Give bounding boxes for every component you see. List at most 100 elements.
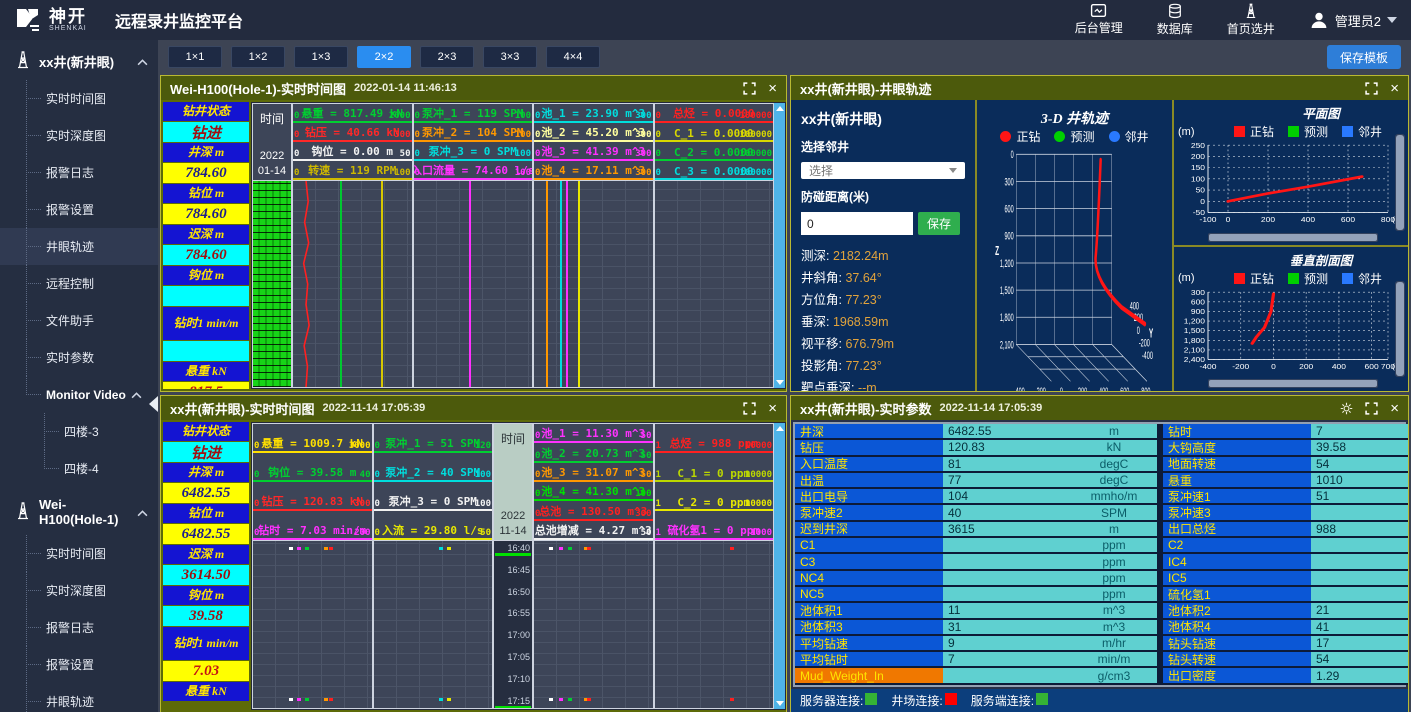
- panel-vscrollbar[interactable]: [774, 423, 785, 709]
- param-value-cell: 104: [943, 489, 1071, 505]
- curve-label: 0池_2 = 45.20 m^3300: [534, 123, 653, 142]
- panel-realtime-params: xx井(新井眼)-实时参数 2022-11-14 17:05:39 × 井深64…: [790, 395, 1409, 712]
- stat-value: 1968.59m: [833, 315, 889, 329]
- sidebar-well-2[interactable]: Wei-H100(Hole-1): [0, 487, 158, 535]
- plan-vscrollbar[interactable]: [1395, 134, 1405, 231]
- close-icon[interactable]: ×: [768, 81, 777, 96]
- sidebar-item-四楼-3[interactable]: 四楼-3: [0, 413, 158, 450]
- sidebar-item-实时深度图[interactable]: 实时深度图: [0, 117, 158, 154]
- sidebar-item-井眼轨迹[interactable]: 井眼轨迹: [0, 683, 158, 712]
- expand-icon[interactable]: [743, 82, 756, 95]
- vertical-section-line: [1252, 293, 1273, 343]
- layout-toolbar: 1×1 1×2 1×3 2×2 2×3 3×3 4×4 保存模板: [158, 40, 1411, 74]
- stat-value: 2182.24m: [833, 249, 889, 263]
- sidebar-item-报警日志[interactable]: 报警日志: [0, 154, 158, 191]
- nav-item-1[interactable]: 后台管理: [1075, 3, 1123, 37]
- sidebar-item-实时深度图[interactable]: 实时深度图: [0, 572, 158, 609]
- legend-label: 正钻: [1016, 128, 1040, 145]
- param-name-cell: C2: [1163, 538, 1311, 554]
- sidebar-item-实时时间图[interactable]: 实时时间图: [0, 535, 158, 572]
- sidebar-item-monitor-video[interactable]: Monitor Video: [0, 376, 158, 413]
- param-value-cell: 41: [1311, 620, 1408, 636]
- svg-text:800: 800: [1141, 385, 1150, 391]
- layout-button-3×3[interactable]: 3×3: [483, 46, 537, 68]
- panel-vscrollbar[interactable]: [774, 103, 785, 388]
- neighbor-well-select[interactable]: 选择: [801, 162, 965, 179]
- user-menu[interactable]: 管理员2: [1309, 10, 1397, 30]
- param-value: 7.03: [163, 661, 249, 681]
- param-value-cell: 54: [1311, 457, 1408, 473]
- sidebar-item-报警日志[interactable]: 报警日志: [0, 609, 158, 646]
- time-tick: 17:10: [507, 674, 530, 684]
- curve-trace: [469, 181, 471, 387]
- close-icon[interactable]: ×: [1390, 401, 1399, 416]
- param-name-cell: 钻头转速: [1163, 652, 1311, 668]
- svg-text:1,800: 1,800: [1000, 311, 1014, 324]
- nav-item-3[interactable]: 首页选井: [1227, 3, 1275, 37]
- legend-label: 邻井: [1125, 128, 1149, 145]
- sidebar-item-文件助手[interactable]: 文件助手: [0, 302, 158, 339]
- param-value-cell: 1.29: [1311, 668, 1408, 684]
- curve-label: 0池_1 = 23.90 m^3300: [534, 104, 653, 123]
- svg-text:50: 50: [1196, 186, 1206, 194]
- param-label: 钻时1 min/m: [163, 627, 249, 660]
- nav-item-label: 数据库: [1157, 20, 1193, 37]
- curve-label: 1C_2 = 0 ppm10000: [655, 482, 774, 511]
- settings-gear-icon[interactable]: [1340, 402, 1353, 415]
- section-hscrollbar[interactable]: [1208, 379, 1378, 388]
- curve-label: 0泵冲_1 = 119 SPM100: [414, 104, 533, 123]
- close-icon[interactable]: ×: [1390, 81, 1399, 96]
- legend-swatch: [1109, 131, 1120, 142]
- chevron-up-icon: [137, 505, 148, 520]
- close-icon[interactable]: ×: [768, 401, 777, 416]
- sidebar-item-远程控制[interactable]: 远程控制: [0, 265, 158, 302]
- legend-swatch: [1288, 273, 1299, 284]
- expand-icon[interactable]: [1365, 402, 1378, 415]
- anticollision-distance-input[interactable]: [801, 212, 913, 235]
- plan-hscrollbar[interactable]: [1208, 233, 1378, 242]
- data-mark: [289, 547, 293, 550]
- expand-icon[interactable]: [1365, 82, 1378, 95]
- sidebar-item-实时参数[interactable]: 实时参数: [0, 339, 158, 376]
- panel-br-titlebar: xx井(新井眼)-实时参数 2022-11-14 17:05:39 ×: [791, 396, 1408, 420]
- stat-value: 77.23°: [845, 293, 881, 307]
- layout-button-1×1[interactable]: 1×1: [168, 46, 222, 68]
- sidebar-item-报警设置[interactable]: 报警设置: [0, 191, 158, 228]
- sidebar-item-井眼轨迹[interactable]: 井眼轨迹: [0, 228, 158, 265]
- sidebar-item-报警设置[interactable]: 报警设置: [0, 646, 158, 683]
- save-template-button[interactable]: 保存模板: [1327, 45, 1401, 69]
- param-value-cell: [1311, 538, 1408, 554]
- layout-button-4×4[interactable]: 4×4: [546, 46, 600, 68]
- layout-button-2×2[interactable]: 2×2: [357, 46, 411, 68]
- section-vscrollbar[interactable]: [1395, 281, 1405, 378]
- sidebar-well-1[interactable]: xx井(新井眼): [0, 40, 158, 80]
- save-distance-button[interactable]: 保存: [918, 212, 960, 235]
- expand-icon[interactable]: [743, 402, 756, 415]
- status-indicator: [1036, 693, 1048, 705]
- layout-button-1×2[interactable]: 1×2: [231, 46, 285, 68]
- connection-status-item: 服务端连接:: [971, 692, 1052, 709]
- param-unit-cell: ppm: [1071, 538, 1157, 554]
- sidebar-item-label: 报警设置: [46, 201, 94, 218]
- sidebar-item-四楼-4[interactable]: 四楼-4: [0, 450, 158, 487]
- param-value: 钻进: [163, 122, 249, 142]
- curve-column-header: 0池_1 = 23.90 m^33000池_2 = 45.20 m^33000池…: [533, 103, 654, 181]
- layout-button-2×3[interactable]: 2×3: [420, 46, 474, 68]
- svg-text:200: 200: [1191, 153, 1206, 161]
- param-label: 钻时1 min/m: [163, 307, 249, 340]
- data-mark: [447, 547, 451, 550]
- sidebar-collapse-handle[interactable]: [149, 396, 158, 412]
- param-value-cell: 81: [943, 457, 1071, 473]
- svg-text:600: 600: [1004, 202, 1013, 215]
- layout-button-1×3[interactable]: 1×3: [294, 46, 348, 68]
- trajectory-stat: 垂深: 1968.59m: [801, 311, 965, 330]
- curve-label: 0池_3 = 31.07 m^350: [534, 463, 653, 482]
- table-row: 入口温度81degC地面转速54RPM: [795, 457, 1404, 473]
- curve-column-4: 1总烃 = 988 ppm100001C_1 = 0 ppm100001C_2 …: [654, 423, 775, 709]
- time-track-header: 时间202201-14: [252, 103, 292, 181]
- param-name-cell: 平均钻速: [795, 636, 943, 652]
- nav-item-2[interactable]: 数据库: [1157, 3, 1193, 37]
- legend-swatch: [1234, 126, 1245, 137]
- sidebar-item-实时时间图[interactable]: 实时时间图: [0, 80, 158, 117]
- stat-label: 靶点垂深:: [801, 381, 858, 391]
